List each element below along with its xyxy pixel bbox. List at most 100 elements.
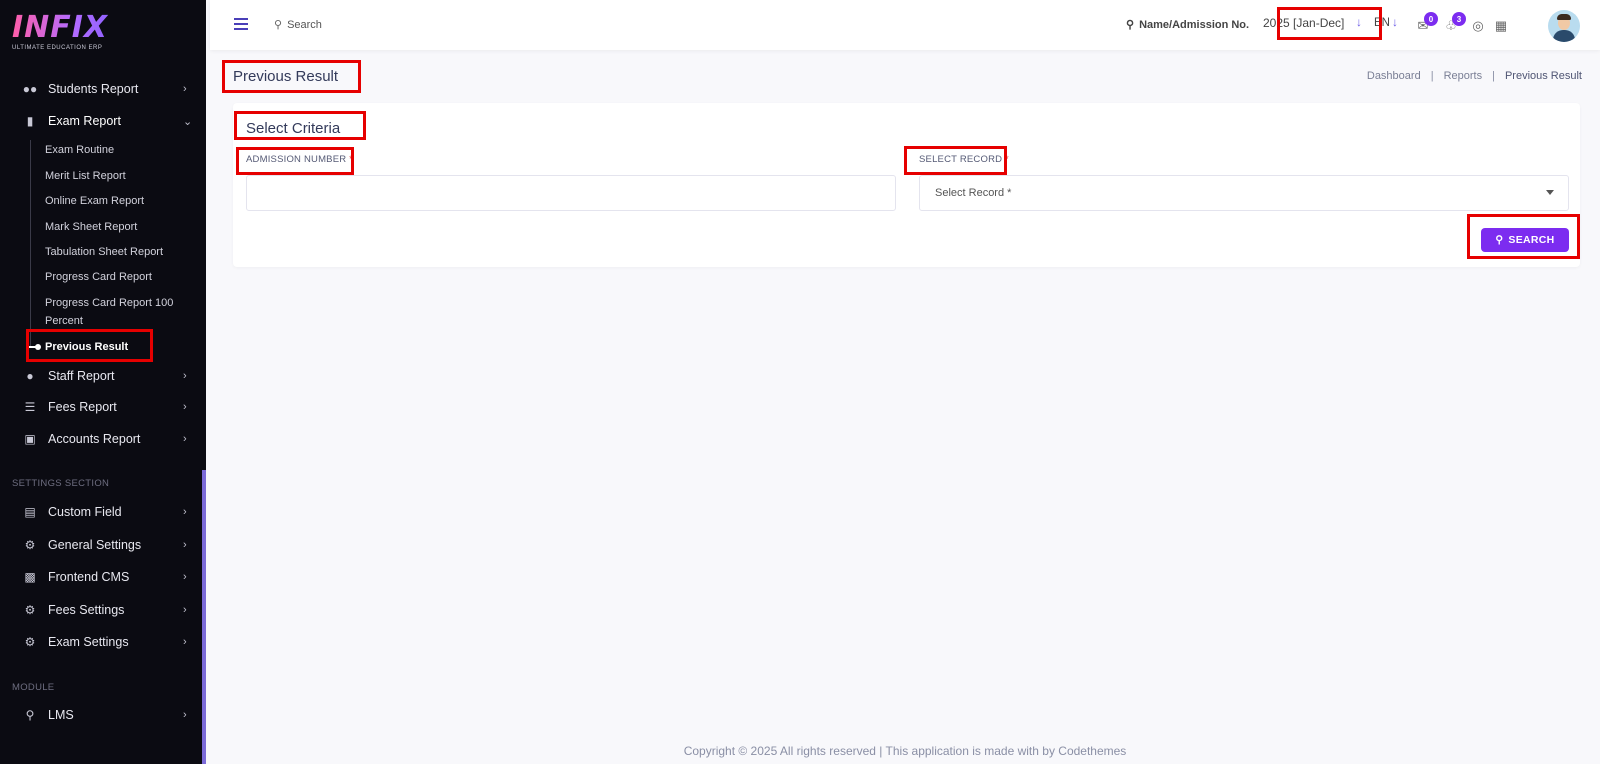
select-record-label: SELECT RECORD *: [919, 154, 1009, 165]
sidebar-subitem-tabulation-sheet-report[interactable]: Tabulation Sheet Report: [45, 243, 195, 261]
search-icon: ⚲: [1126, 19, 1135, 31]
money-icon: ▣: [24, 432, 36, 446]
search-button-label: SEARCH: [1508, 234, 1555, 246]
required-mark: *: [1005, 154, 1009, 165]
name-admission-search-label: Name/Admission No.: [1139, 18, 1250, 31]
chevron-down-icon: ⌄: [183, 115, 193, 128]
card-title: Select Criteria: [246, 120, 341, 137]
top-search-label: Search: [287, 18, 322, 31]
chevron-right-icon: ›: [183, 401, 187, 413]
caret-down-icon: [1546, 190, 1554, 195]
avatar-hair: [1557, 14, 1571, 20]
sidebar-item-label: Fees Report: [48, 400, 117, 414]
active-indicator-icon: [28, 344, 42, 350]
sidebar-item-staff-report[interactable]: ● Staff Report ›: [0, 362, 206, 390]
bed-icon: ▤: [24, 505, 36, 519]
academic-year-select[interactable]: 2025 [Jan-Dec]: [1263, 16, 1344, 30]
gears-icon: ⚙: [24, 635, 36, 649]
sidebar-item-label: Exam Report: [48, 114, 121, 128]
logo-subtitle: ULTIMATE EDUCATION ERP: [12, 45, 103, 51]
submenu-rail: [30, 140, 31, 346]
sidebar-item-label: Fees Settings: [48, 603, 125, 617]
select-record-label-text: SELECT RECORD: [919, 154, 1003, 165]
select-criteria-card: Select Criteria ADMISSION NUMBER * SELEC…: [233, 103, 1580, 267]
search-button[interactable]: ⚲ SEARCH: [1481, 228, 1569, 252]
language-select[interactable]: EN: [1374, 17, 1390, 29]
sidebar-item-fees-report[interactable]: ☰ Fees Report ›: [0, 393, 206, 421]
gears-icon: ⚙: [24, 603, 36, 617]
sidebar-subitem-merit-list-report[interactable]: Merit List Report: [45, 167, 195, 185]
chevron-right-icon: ›: [183, 370, 187, 382]
book-icon: ▮: [26, 114, 34, 128]
select-record-dropdown[interactable]: Select Record *: [919, 175, 1569, 211]
avatar[interactable]: [1548, 10, 1580, 42]
sidebar-item-label: Frontend CMS: [48, 570, 130, 584]
breadcrumb-separator: |: [1430, 70, 1434, 82]
sidebar-subitem-mark-sheet-report[interactable]: Mark Sheet Report: [45, 218, 195, 236]
sidebar-item-label: Exam Settings: [48, 635, 129, 649]
arrow-down-icon: ↓: [1392, 15, 1398, 29]
sidebar-item-label: Staff Report: [48, 369, 115, 383]
sidebar-item-exam-report[interactable]: ▮ Exam Report ⌄: [0, 107, 206, 135]
chevron-right-icon: ›: [183, 709, 187, 721]
search-icon: ⚲: [274, 19, 283, 31]
select-record-value: Select Record *: [935, 187, 1012, 199]
admission-number-label-text: ADMISSION NUMBER: [246, 154, 347, 165]
avatar-body: [1553, 30, 1575, 42]
logo[interactable]: INFIX ULTIMATE EDUCATION ERP: [12, 12, 132, 56]
breadcrumb-separator: |: [1492, 70, 1495, 82]
required-mark: *: [349, 154, 354, 165]
logo-text: INFIX: [12, 12, 132, 44]
sidebar-item-custom-field[interactable]: ▤ Custom Field ›: [0, 498, 206, 526]
settings-section-title: SETTINGS SECTION: [12, 478, 110, 489]
flask-icon: ⚲: [25, 708, 35, 722]
sidebar-item-fees-settings[interactable]: ⚙ Fees Settings ›: [0, 596, 206, 624]
top-bar: ⚲ Search ⚲ Name/Admission No. 2025 [Jan-…: [210, 0, 1600, 50]
page-title: Previous Result: [233, 68, 339, 85]
monitor-icon: ▩: [24, 570, 36, 584]
breadcrumb-dashboard[interactable]: Dashboard: [1367, 70, 1421, 82]
name-admission-search[interactable]: ⚲ Name/Admission No.: [1126, 18, 1250, 32]
sidebar-item-students-report[interactable]: ●● Students Report ›: [0, 75, 206, 103]
sidebar-subitem-online-exam-report[interactable]: Online Exam Report: [45, 192, 195, 210]
admission-number-input[interactable]: [246, 175, 896, 211]
admission-number-label: ADMISSION NUMBER *: [246, 154, 353, 165]
chevron-right-icon: ›: [183, 506, 187, 518]
globe-icon[interactable]: ◎: [1469, 17, 1487, 35]
sidebar-item-accounts-report[interactable]: ▣ Accounts Report ›: [0, 425, 206, 453]
arrow-down-icon: ↓: [1356, 15, 1362, 29]
sidebar-item-general-settings[interactable]: ⚙ General Settings ›: [0, 531, 206, 559]
sidebar-item-lms[interactable]: ⚲ LMS ›: [0, 701, 206, 729]
gears-icon: ⚙: [24, 538, 36, 552]
sidebar-item-label: LMS: [48, 708, 74, 722]
chevron-right-icon: ›: [183, 571, 187, 583]
chevron-right-icon: ›: [183, 433, 187, 445]
sidebar-item-label: General Settings: [48, 538, 142, 552]
breadcrumb-reports[interactable]: Reports: [1444, 70, 1483, 82]
sidebar-item-frontend-cms[interactable]: ▩ Frontend CMS ›: [0, 563, 206, 591]
chart-icon[interactable]: ▦: [1492, 17, 1510, 35]
breadcrumb-current: Previous Result: [1504, 70, 1582, 82]
breadcrumb: Dashboard | Reports | Previous Result: [1367, 70, 1582, 82]
menu-toggle-icon[interactable]: [234, 18, 248, 30]
sidebar-item-exam-settings[interactable]: ⚙ Exam Settings ›: [0, 628, 206, 656]
top-search[interactable]: ⚲ Search: [274, 18, 322, 32]
sidebar-item-label: Students Report: [48, 82, 139, 96]
chevron-right-icon: ›: [183, 636, 187, 648]
server-icon: ☰: [24, 400, 36, 414]
footer: Copyright © 2025 All rights reserved | T…: [683, 744, 1127, 758]
search-icon: ⚲: [1495, 234, 1504, 246]
sidebar-subitem-exam-routine[interactable]: Exam Routine: [45, 141, 195, 159]
chevron-right-icon: ›: [183, 83, 187, 95]
sidebar-subitem-progress-card-report[interactable]: Progress Card Report: [45, 268, 195, 286]
chevron-right-icon: ›: [183, 604, 187, 616]
user-cog-icon: ●: [26, 369, 34, 383]
notification-count-badge: 3: [1452, 12, 1466, 26]
sidebar-subitem-progress-card-report-100[interactable]: Progress Card Report 100 Percent: [45, 294, 185, 330]
message-count-badge: 0: [1424, 12, 1438, 26]
users-icon: ●●: [22, 82, 38, 96]
module-section-title: MODULE: [12, 682, 55, 693]
chevron-right-icon: ›: [183, 539, 187, 551]
sidebar-item-label: Custom Field: [48, 505, 122, 519]
sidebar-subitem-previous-result[interactable]: Previous Result: [45, 338, 195, 356]
